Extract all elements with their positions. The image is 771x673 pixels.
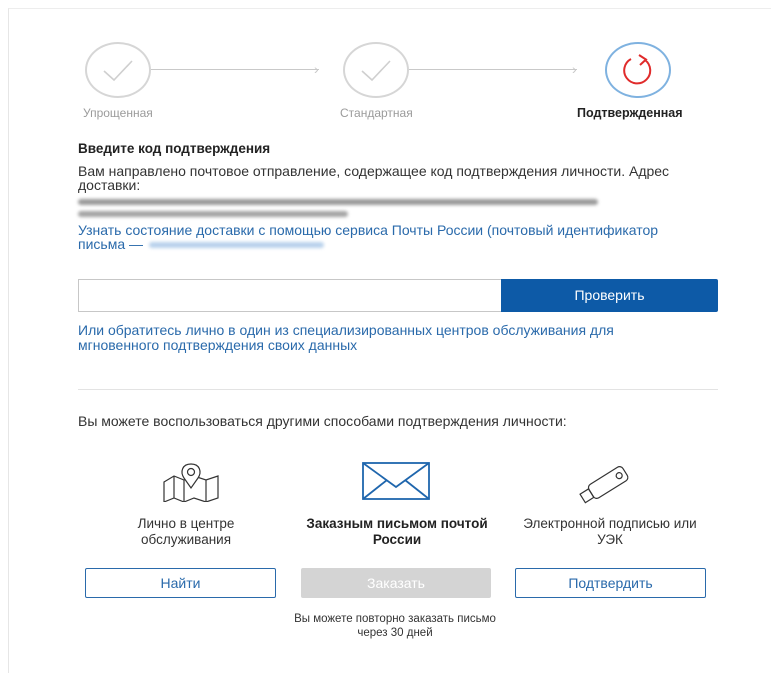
checkmark-icon (103, 60, 133, 82)
arrow-right-icon: › (314, 61, 319, 77)
check-button[interactable]: Проверить (501, 279, 718, 312)
divider (78, 389, 718, 390)
step-1-circle (85, 42, 151, 98)
method-label: Лично в центре обслуживания (137, 516, 235, 547)
delivery-description: Вам направлено почтовое отправление, сод… (78, 163, 670, 193)
step-connector (151, 69, 319, 70)
confirmation-code-input[interactable] (78, 279, 502, 312)
step-label-active: Подтвержденная (577, 106, 683, 120)
step-3-circle (605, 42, 671, 98)
method-label: Заказным письмом почтой России (306, 516, 488, 547)
blurred-address (78, 211, 348, 217)
step-2-circle (343, 42, 409, 98)
confirm-button[interactable]: Подтвердить (515, 568, 706, 598)
step-connector (409, 69, 577, 70)
step-label: Стандартная (340, 106, 413, 120)
envelope-icon (361, 461, 431, 506)
refresh-icon (623, 54, 652, 85)
reorder-note: Вы можете повторно заказать письмо через… (294, 613, 496, 639)
order-button: Заказать (301, 568, 491, 598)
service-center-link[interactable]: Или обратитесь лично в один из специализ… (78, 323, 698, 353)
usb-key-icon (574, 460, 644, 509)
tracking-id-blurred (149, 242, 324, 249)
find-button[interactable]: Найти (85, 568, 276, 598)
method-label: Электронной подписью или УЭК (523, 516, 697, 547)
checkmark-icon (361, 60, 391, 82)
blurred-address (78, 199, 598, 205)
arrow-right-icon: › (572, 61, 577, 77)
other-methods-title: Вы можете воспользоваться другими способ… (78, 413, 567, 429)
step-label: Упрощенная (83, 106, 153, 120)
map-icon (160, 462, 222, 507)
track-delivery-link[interactable]: Узнать состояние доставки с помощью серв… (78, 223, 678, 251)
section-title: Введите код подтверждения (78, 141, 271, 156)
